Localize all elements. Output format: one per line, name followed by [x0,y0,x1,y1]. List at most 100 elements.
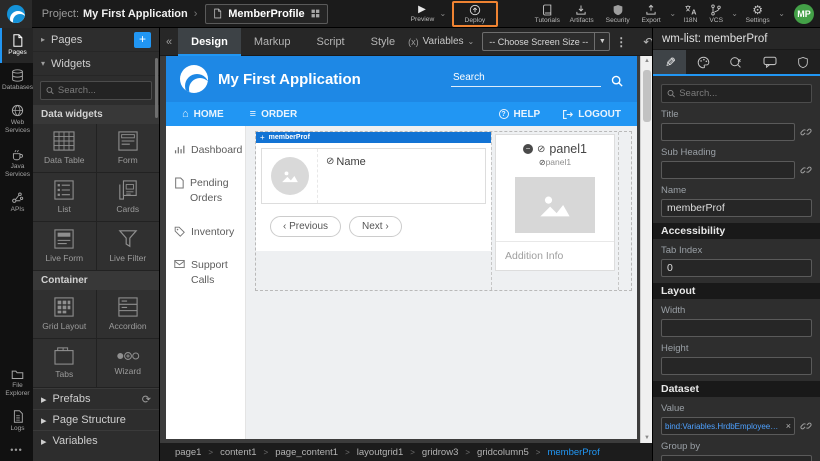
panel-collapse-icon[interactable]: – [523,144,533,154]
tab-security[interactable] [787,50,820,74]
sidebar-item-support-calls[interactable]: Support Calls [166,249,245,297]
tab-design[interactable]: Design [178,28,241,56]
chevron-down-icon[interactable]: ⌄ [778,9,785,18]
collapse-left-icon[interactable]: « [160,36,178,48]
variables-dropdown[interactable]: (x) Variables ⌄ [408,36,474,47]
canvas-scrollbar[interactable]: ▲ ▼ [640,56,652,443]
tab-style[interactable]: Style [358,28,408,56]
widgets-panel-scrollbar[interactable] [155,58,158,118]
rail-item-pages[interactable]: Pages [0,28,33,63]
properties-search-input[interactable] [679,88,806,99]
page-structure-accordion[interactable]: ▸ Page Structure [33,409,159,430]
nav-logout[interactable]: LOGOUT [562,109,621,120]
widget-tile-live-filter[interactable]: Live Filter [97,222,160,270]
widget-tile-grid-layout[interactable]: Grid Layout [33,290,96,338]
next-button[interactable]: Next › [349,216,402,237]
nav-order[interactable]: ≡ ORDER [250,108,298,120]
tab-index-input[interactable] [661,259,812,277]
breadcrumb-gridcolumn5[interactable]: gridcolumn5 [477,447,529,458]
tab-styles[interactable] [686,50,719,74]
clear-binding-icon[interactable]: × [786,421,791,431]
page-tab-memberprofile[interactable]: MemberProfile [205,4,327,24]
rail-item-web-services[interactable]: Web Services [0,98,33,141]
search-icon[interactable] [611,75,623,87]
variables-accordion[interactable]: ▸ Variables [33,430,159,451]
breadcrumb-page1[interactable]: page1 [175,447,201,458]
pages-accordion[interactable]: ▸ Pages + [33,28,159,52]
deploy-button[interactable]: Deploy [460,0,490,28]
rail-item-file-explorer[interactable]: File Explorer [0,362,33,404]
memberprof-selection-bar[interactable]: + memberProf [256,132,491,143]
height-input[interactable] [661,357,812,375]
breadcrumb-layoutgrid1[interactable]: layoutgrid1 [357,447,403,458]
list-item-name[interactable]: ⊘ Name [318,149,366,203]
bind-link-icon[interactable] [800,164,812,176]
grid-column-panel[interactable]: – ⊘ panel1 ⊘panel1 Additio [492,132,618,290]
panel1-header[interactable]: – ⊘ panel1 [496,135,614,157]
widgets-accordion[interactable]: ▾ Widgets [33,52,159,76]
kebab-menu-icon[interactable]: ⋮ [610,35,632,49]
widget-tile-form[interactable]: Form [97,124,160,172]
list-item-template[interactable]: ⊘ Name [261,148,486,204]
wavemaker-logo[interactable] [0,0,32,28]
grid-column-empty[interactable] [618,132,631,290]
grid-icon[interactable] [311,8,320,19]
nav-help[interactable]: ? HELP [499,109,541,120]
sidebar-item-inventory[interactable]: Inventory [166,216,245,249]
widget-tile-cards[interactable]: Cards [97,173,160,221]
group-by-input[interactable] [661,455,812,461]
tutorials-button[interactable]: Tutorials [530,0,565,28]
previous-button[interactable]: ‹ Previous [270,216,341,237]
panel1-image-placeholder[interactable] [515,177,595,233]
tab-inspect[interactable] [720,50,753,74]
widget-tile-tabs[interactable]: Tabs [33,339,96,387]
bind-link-icon[interactable] [800,420,812,432]
tab-properties[interactable]: ✎ [653,50,686,74]
breadcrumb-memberprof[interactable]: memberProf [547,447,599,458]
bind-link-icon[interactable] [800,126,812,138]
memberprof-list-widget[interactable]: ⊘ Name [256,143,491,204]
export-button[interactable]: Export [637,0,665,28]
widget-tile-data-table[interactable]: Data Table [33,124,96,172]
layout-grid-row[interactable]: + memberProf [255,131,632,291]
sub-heading-input[interactable] [661,161,795,179]
widget-tile-list[interactable]: List [33,173,96,221]
grid-column-memberprof[interactable]: + memberProf [256,132,492,290]
sidebar-item-dashboard[interactable]: Dashboard [166,134,245,167]
scrollbar-thumb[interactable] [643,70,651,122]
security-button[interactable]: Security [601,0,634,28]
user-avatar[interactable]: MP [794,4,814,24]
app-search-input[interactable]: Search [451,72,601,87]
add-page-button[interactable]: + [134,32,151,48]
value-binding-input[interactable]: bind:Variables.HrdbEmployeeData.data × [661,417,795,435]
vcs-button[interactable]: VCS [705,0,727,28]
rail-item-logs[interactable]: Logs [0,404,33,439]
width-input[interactable] [661,319,812,337]
rail-item-databases[interactable]: Databases [0,63,33,98]
title-input[interactable] [661,123,795,141]
artifacts-button[interactable]: Artifacts [565,0,598,28]
nav-home[interactable]: ⌂ HOME [182,108,224,120]
breadcrumb-gridrow3[interactable]: gridrow3 [422,447,458,458]
tab-messages[interactable] [753,50,786,74]
widget-tile-live-form[interactable]: Live Form [33,222,96,270]
rail-more-button[interactable]: ••• [0,439,33,461]
settings-button[interactable]: ⚙ Settings [741,0,774,28]
prefabs-accordion[interactable]: ▸ Prefabs ⟳ [33,388,159,409]
name-input[interactable] [661,199,812,217]
refresh-icon[interactable]: ⟳ [142,393,151,406]
tab-script[interactable]: Script [304,28,358,56]
widget-tile-accordion[interactable]: Accordion [97,290,160,338]
sidebar-item-pending-orders[interactable]: Pending Orders [166,167,245,215]
chevron-down-icon[interactable]: ⌄ [731,9,738,18]
panel1-widget[interactable]: – ⊘ panel1 ⊘panel1 Additio [495,134,615,271]
rail-item-apis[interactable]: APIs [0,185,33,220]
breadcrumb-content1[interactable]: content1 [220,447,256,458]
widget-tile-wizard[interactable]: Wizard [97,339,160,387]
i18n-button[interactable]: A I18N [679,0,702,28]
breadcrumb-page-content1[interactable]: page_content1 [275,447,338,458]
tab-markup[interactable]: Markup [241,28,304,56]
chevron-down-icon[interactable]: ⌄ [669,9,676,18]
preview-button[interactable]: ▶ Preview [406,0,439,28]
chevron-down-icon[interactable]: ⌄ [439,9,446,18]
